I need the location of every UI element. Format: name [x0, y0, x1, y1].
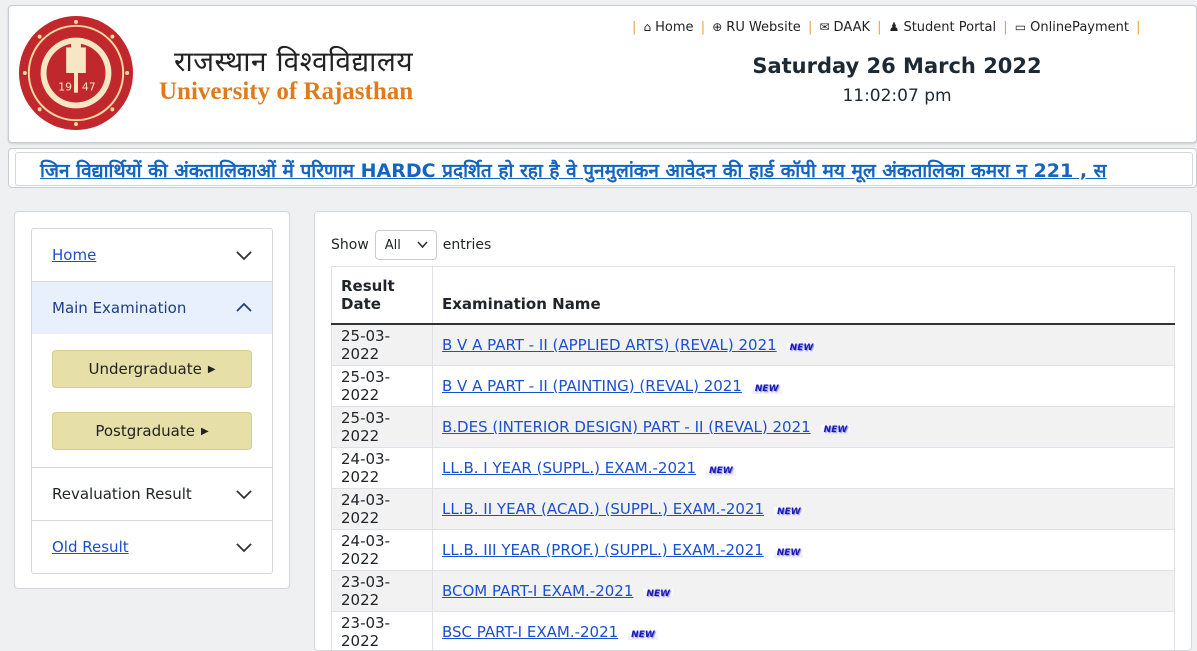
chevron-down-icon: [236, 543, 252, 553]
entries-select[interactable]: All: [374, 230, 437, 260]
sidebar-item-home[interactable]: Home: [32, 229, 272, 281]
examination-name-cell: LL.B. II YEAR (ACAD.) (SUPPL.) EXAM.-202…: [432, 488, 1175, 530]
result-date-cell: 24-03-2022: [331, 488, 433, 530]
nav-online-payment-link[interactable]: ▭ OnlinePayment: [1015, 20, 1133, 35]
examination-name-cell: B.DES (INTERIOR DESIGN) PART - II (REVAL…: [432, 406, 1175, 448]
examination-result-link[interactable]: BSC PART-I EXAM.-2021: [442, 623, 618, 641]
result-date-cell: 23-03-2022: [331, 570, 433, 612]
examination-result-link[interactable]: B V A PART - II (APPLIED ARTS) (REVAL) 2…: [442, 336, 777, 354]
site-header: 19 47 राजस्थान विश्वविद्यालय University …: [8, 5, 1197, 143]
notice-link[interactable]: जिन विद्यार्थियों की अंकतालिकाओं में परि…: [40, 157, 1107, 183]
entries-select-value: All: [384, 237, 401, 253]
table-row: 24-03-2022 LL.B. I YEAR (SUPPL.) EXAM.-20…: [331, 447, 1175, 489]
nav-student-portal-label: Student Portal: [903, 20, 997, 35]
new-badge: NEW: [773, 547, 804, 558]
chevron-down-icon: [236, 490, 252, 500]
table-row: 23-03-2022 BSC PART-I EXAM.-2021 NEW: [331, 611, 1175, 650]
results-table: Result Date Examination Name 25-03-2022 B…: [331, 266, 1175, 650]
sidebar-item-label: Revaluation Result: [52, 485, 192, 503]
new-badge: NEW: [751, 383, 782, 394]
nav-home-link[interactable]: ⌂ Home: [644, 20, 698, 35]
result-date-cell: 25-03-2022: [331, 406, 433, 448]
table-row: 23-03-2022 BCOM PART-I EXAM.-2021 NEW: [331, 570, 1175, 612]
chevron-up-icon: [236, 302, 252, 312]
sidebar-item-label: Main Examination: [52, 299, 187, 317]
globe-icon: ⊕: [712, 20, 723, 34]
new-badge: NEW: [628, 629, 658, 640]
sidebar-item-revaluation-result[interactable]: Revaluation Result: [32, 468, 272, 520]
nav-ru-website-link[interactable]: ⊕ RU Website: [712, 20, 805, 35]
university-title-english: University of Rajasthan: [159, 78, 414, 105]
postgraduate-button[interactable]: Postgraduate ▶: [52, 412, 252, 450]
sidebar-accordion: Home Main Examination Undergraduate ▶ Pos…: [31, 228, 273, 574]
entries-control: Show All entries: [331, 230, 491, 260]
new-badge: NEW: [786, 342, 817, 353]
undergraduate-label: Undergraduate: [88, 360, 202, 378]
user-icon: ♟: [888, 20, 900, 34]
sidebar: Home Main Examination Undergraduate ▶ Pos…: [14, 211, 290, 589]
examination-name-cell: B V A PART - II (PAINTING) (REVAL) 2021 N…: [432, 365, 1175, 407]
new-badge: NEW: [643, 588, 674, 599]
table-header-row: Result Date Examination Name: [331, 266, 1175, 325]
table-row: 25-03-2022 B.DES (INTERIOR DESIGN) PART -…: [331, 406, 1175, 448]
result-date-cell: 24-03-2022: [331, 447, 433, 489]
examination-name-cell: LL.B. I YEAR (SUPPL.) EXAM.-2021 NEW: [432, 447, 1175, 489]
examination-result-link[interactable]: B V A PART - II (PAINTING) (REVAL) 2021: [442, 377, 742, 395]
examination-name-cell: BSC PART-I EXAM.-2021 NEW: [432, 611, 1175, 650]
nav-ru-website-label: RU Website: [726, 20, 801, 35]
show-label: Show: [331, 237, 369, 253]
current-time: 11:02:07 pm: [842, 86, 952, 106]
new-badge: NEW: [820, 424, 851, 435]
table-row: 25-03-2022 B V A PART - II (PAINTING) (RE…: [331, 365, 1175, 407]
examination-name-cell: BCOM PART-I EXAM.-2021 NEW: [432, 570, 1175, 612]
result-date-cell: 24-03-2022: [331, 529, 433, 571]
notice-marquee: जिन विद्यार्थियों की अंकतालिकाओं में परि…: [8, 148, 1197, 188]
seal-year-right: 47: [82, 81, 96, 94]
nav-daak-link[interactable]: ✉ DAAK: [819, 20, 874, 35]
examination-result-link[interactable]: LL.B. II YEAR (ACAD.) (SUPPL.) EXAM.-202…: [442, 500, 764, 518]
chevron-down-icon: [236, 251, 252, 261]
card-icon: ▭: [1014, 20, 1027, 34]
current-date: Saturday 26 March 2022: [752, 54, 1042, 78]
new-badge: NEW: [706, 465, 736, 476]
entries-label: entries: [442, 237, 492, 253]
new-badge: NEW: [774, 506, 804, 517]
examination-result-link[interactable]: B.DES (INTERIOR DESIGN) PART - II (REVAL…: [442, 418, 811, 436]
result-date-cell: 23-03-2022: [331, 611, 433, 650]
result-date-cell: 25-03-2022: [331, 324, 433, 366]
main-examination-panel: Undergraduate ▶ Postgraduate ▶: [32, 334, 272, 467]
nav-student-portal-link[interactable]: ♟ Student Portal: [889, 20, 1001, 35]
postgraduate-label: Postgraduate: [95, 422, 195, 440]
result-date-cell: 25-03-2022: [331, 365, 433, 407]
examination-result-link[interactable]: LL.B. I YEAR (SUPPL.) EXAM.-2021: [442, 459, 696, 477]
column-header-examination-name[interactable]: Examination Name: [432, 266, 1175, 325]
home-icon: ⌂: [643, 20, 652, 34]
sidebar-item-label: Home: [52, 246, 97, 264]
caret-right-icon: ▶: [207, 363, 216, 375]
caret-right-icon: ▶: [200, 425, 209, 437]
undergraduate-button[interactable]: Undergraduate ▶: [52, 350, 252, 388]
table-row: 25-03-2022 B V A PART - II (APPLIED ARTS)…: [331, 324, 1175, 366]
sidebar-item-old-result[interactable]: Old Result: [32, 521, 272, 573]
sidebar-item-label: Old Result: [52, 538, 129, 556]
chevron-down-icon: [417, 241, 428, 249]
examination-result-link[interactable]: BCOM PART-I EXAM.-2021: [442, 582, 633, 600]
university-seal-logo: 19 47: [18, 15, 134, 131]
table-row: 24-03-2022 LL.B. III YEAR (PROF.) (SUPPL.…: [331, 529, 1175, 571]
nav-online-payment-label: OnlinePayment: [1030, 20, 1129, 35]
examination-name-cell: LL.B. III YEAR (PROF.) (SUPPL.) EXAM.-20…: [432, 529, 1175, 571]
top-navigation: | ⌂ Home | ⊕ RU Website | ✉ DAAK | ♟ Student…: [632, 20, 1141, 35]
table-row: 24-03-2022 LL.B. II YEAR (ACAD.) (SUPPL.)…: [331, 488, 1175, 530]
envelope-icon: ✉: [819, 20, 830, 34]
nav-home-label: Home: [655, 20, 694, 35]
seal-year-left: 19: [58, 81, 72, 94]
university-title-hindi: राजस्थान विश्वविद्यालय: [174, 45, 414, 78]
examination-result-link[interactable]: LL.B. III YEAR (PROF.) (SUPPL.) EXAM.-20…: [442, 541, 764, 559]
nav-daak-label: DAAK: [833, 20, 870, 35]
results-table-body: 25-03-2022 B V A PART - II (APPLIED ARTS)…: [331, 324, 1175, 650]
column-header-result-date[interactable]: Result Date: [331, 266, 433, 325]
results-panel: Show All entries Result Date Examination…: [314, 211, 1192, 651]
examination-name-cell: B V A PART - II (APPLIED ARTS) (REVAL) 2…: [432, 324, 1175, 366]
sidebar-item-main-examination[interactable]: Main Examination: [32, 282, 272, 334]
